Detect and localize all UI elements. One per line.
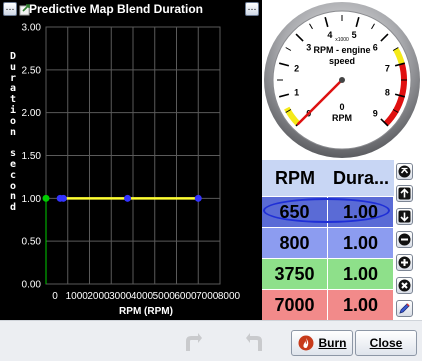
- x-tick-label: 8000: [218, 291, 241, 302]
- y-axis-label-char: o: [9, 115, 17, 127]
- arrow-up-icon: [398, 187, 411, 200]
- y-tick-label: 2.50: [22, 65, 42, 76]
- burn-button[interactable]: Burn: [291, 330, 353, 356]
- remove-row-button[interactable]: [396, 231, 413, 248]
- gauge-tick-label: 4: [327, 30, 332, 40]
- duration-cell[interactable]: 1.00: [328, 258, 394, 289]
- gauge-tick-label: 2: [294, 63, 299, 73]
- minus-icon: [398, 233, 411, 246]
- table-row[interactable]: 3750 1.00: [262, 258, 394, 289]
- x-tick-label: 4000: [131, 291, 154, 302]
- gauge-multiplier: x1000: [335, 37, 349, 43]
- y-tick-label: 0.50: [22, 237, 42, 248]
- y-tick-label: 1.50: [22, 151, 42, 162]
- y-axis-label-char: u: [9, 61, 17, 73]
- table-row[interactable]: 7000 1.00: [262, 289, 394, 320]
- gauge-tick-label: 6: [373, 42, 378, 52]
- gauge-value: 0: [339, 102, 344, 112]
- move-up-button[interactable]: [396, 185, 413, 202]
- duration-cell[interactable]: 1.00: [328, 227, 394, 258]
- move-down-button[interactable]: [396, 208, 413, 225]
- plus-icon: [398, 256, 411, 269]
- table-row[interactable]: 650 1.00: [262, 196, 394, 227]
- chart-title: Predictive Map Blend Duration: [29, 2, 203, 16]
- redo-icon[interactable]: [244, 331, 268, 355]
- chart-svg[interactable]: 0.00 0.50 1.00 1.50 2.00 2.50 3.00 0 1000 2000 30…: [0, 0, 262, 320]
- x-tick-label: 1000: [66, 291, 89, 302]
- x-tick-label: 5000: [153, 291, 176, 302]
- delete-button[interactable]: [396, 277, 413, 294]
- chart-export-icon[interactable]: [18, 2, 32, 16]
- duration-cell[interactable]: 1.00: [328, 289, 394, 320]
- pencil-icon: [399, 303, 410, 314]
- x-tick-labels: 0 1000 2000 3000 4000 5000 6000 7000 8000: [52, 291, 240, 302]
- y-tick-label: 3.00: [22, 23, 42, 34]
- menu-icon: …: [5, 3, 15, 13]
- undo-icon[interactable]: [180, 331, 204, 355]
- series-layer: [42, 194, 202, 284]
- column-header-duration[interactable]: Dura...: [328, 160, 394, 196]
- rpm-cell[interactable]: 800: [262, 227, 328, 258]
- gauge-tick-label: 3: [306, 42, 311, 52]
- burn-label: Burn: [318, 336, 347, 350]
- gauge-title-line2: speed: [329, 56, 355, 66]
- gauge-tick-label: 7: [385, 63, 390, 73]
- y-tick-label: 1.00: [22, 194, 42, 205]
- x-icon: [398, 279, 411, 292]
- column-header-rpm[interactable]: RPM: [262, 160, 328, 196]
- rpm-cell[interactable]: 7000: [262, 289, 328, 320]
- duration-cell[interactable]: 1.00: [328, 196, 394, 227]
- edit-button[interactable]: [396, 300, 413, 317]
- y-axis-label-char: d: [9, 202, 17, 214]
- gauge-tick-label: 1: [294, 88, 299, 98]
- chart-options-button[interactable]: …: [245, 2, 259, 16]
- gauge-units: RPM: [332, 113, 352, 123]
- y-axis-label-char: c: [9, 169, 17, 181]
- y-tick-label: 2.00: [22, 108, 42, 119]
- arrow-up-icon: [398, 165, 411, 178]
- bottom-toolbar: Burn Close: [0, 320, 422, 361]
- gauge-title-line1: RPM - engine: [313, 45, 370, 55]
- x-axis-label: RPM (RPM): [119, 306, 173, 317]
- data-point: [194, 194, 202, 202]
- chart-menu-button[interactable]: …: [3, 2, 17, 16]
- rpm-cell[interactable]: 650: [262, 196, 328, 227]
- close-label: Close: [369, 336, 403, 350]
- flame-icon: [298, 335, 313, 351]
- gauge-tick-label: 8: [385, 88, 390, 98]
- chart-panel[interactable]: 0.00 0.50 1.00 1.50 2.00 2.50 3.00 0 1000 2000 30…: [0, 0, 262, 320]
- rpm-cell[interactable]: 3750: [262, 258, 328, 289]
- data-point: [59, 194, 67, 202]
- cursor-marker: [42, 194, 50, 202]
- table-row[interactable]: 800 1.00: [262, 227, 394, 258]
- y-axis-label: Duration second: [6, 51, 20, 214]
- rpm-duration-table[interactable]: RPM Dura... 650 1.00 800 1.00 3750 1.00 …: [262, 160, 422, 320]
- x-tick-label: 3000: [109, 291, 132, 302]
- gauge-tick-label: 9: [373, 109, 378, 119]
- close-button[interactable]: Close: [355, 330, 417, 356]
- menu-icon: …: [247, 3, 257, 13]
- move-to-top-button[interactable]: [396, 163, 413, 180]
- gauge-hub: [339, 77, 345, 83]
- rpm-gauge: 0123456789 x1000 RPM - engine speed 0 RP…: [262, 0, 422, 160]
- x-tick-label: 2000: [87, 291, 110, 302]
- x-tick-label: 0: [52, 291, 58, 302]
- gauge-tick-label: 5: [352, 30, 357, 40]
- chart-grid: [45, 26, 221, 285]
- y-tick-label: 0.00: [22, 280, 42, 291]
- arrow-down-icon: [398, 210, 411, 223]
- data-point: [124, 194, 132, 202]
- x-tick-label: 7000: [196, 291, 219, 302]
- y-tick-labels: 0.00 0.50 1.00 1.50 2.00 2.50 3.00: [22, 23, 42, 291]
- gauge-svg: 0123456789 x1000 RPM - engine speed 0 RP…: [264, 2, 420, 158]
- x-tick-label: 6000: [174, 291, 197, 302]
- add-row-button[interactable]: [396, 254, 413, 271]
